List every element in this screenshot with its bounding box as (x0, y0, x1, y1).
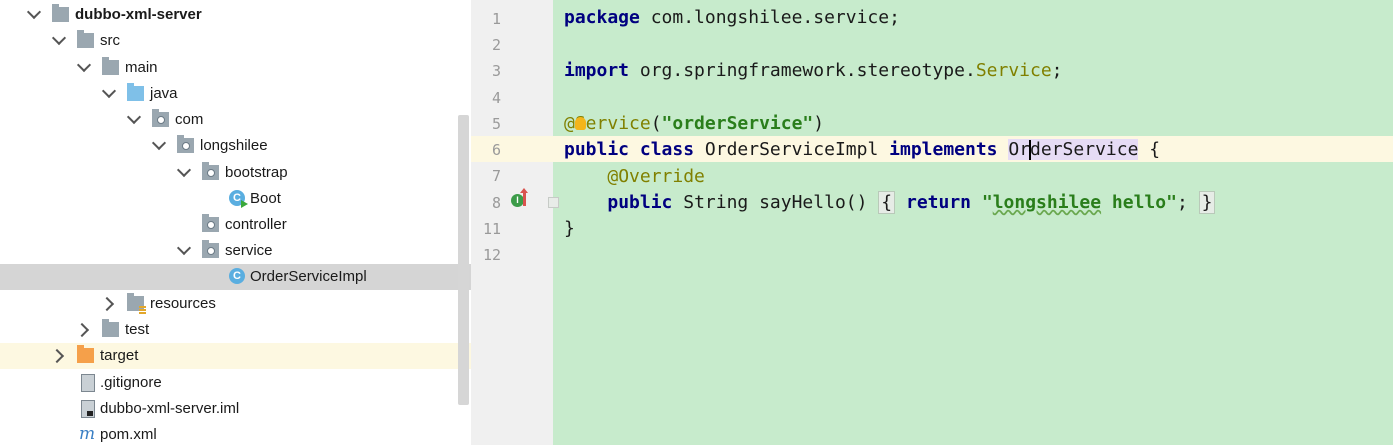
maven-icon: m (79, 424, 96, 444)
tree-item-resources[interactable]: resources (0, 291, 471, 317)
package-icon (202, 240, 219, 258)
line-number: 4 (491, 89, 501, 107)
line-number: 3 (491, 62, 501, 80)
class-icon: C (229, 268, 245, 284)
code-line-5: @Service("orderService") (564, 113, 825, 134)
tree-item-bootstrap[interactable]: bootstrap (0, 160, 471, 186)
chevron-down-icon[interactable] (151, 135, 167, 151)
code-line-3: import org.springframework.stereotype.Se… (564, 60, 1063, 81)
folder-icon (102, 319, 119, 337)
tree-item-src[interactable]: src (0, 28, 471, 54)
chevron-down-icon[interactable] (176, 240, 192, 256)
line-number: 2 (491, 36, 501, 54)
chevron-right-icon[interactable] (99, 296, 115, 312)
code-line-8: public String sayHello() { return "longs… (564, 191, 1216, 214)
tree-item-label: controller (225, 216, 287, 233)
chevron-right-icon[interactable] (49, 348, 65, 364)
line-number: 12 (482, 246, 501, 264)
chevron-down-icon[interactable] (51, 30, 67, 46)
chevron-down-icon[interactable] (26, 4, 42, 20)
tree-item-com[interactable]: com (0, 107, 471, 133)
tree-item-main[interactable]: main (0, 55, 471, 81)
line-number: 8 (491, 194, 501, 212)
tree-item-test[interactable]: test (0, 317, 471, 343)
chevron-down-icon[interactable] (176, 162, 192, 178)
source-folder-icon (127, 83, 144, 101)
tree-item-label: com (175, 111, 204, 128)
package-icon (202, 162, 219, 180)
tree-item-label: java (150, 85, 178, 102)
chevron-right-icon[interactable] (74, 322, 90, 338)
folder-icon (102, 57, 119, 75)
resources-folder-icon (127, 293, 146, 314)
tree-item-label: service (225, 242, 273, 259)
tree-item-label: dubbo-xml-server.iml (100, 400, 240, 417)
runnable-class-icon: C (229, 190, 248, 208)
tree-item-label: dubbo-xml-server (75, 6, 202, 23)
chevron-down-icon[interactable] (126, 109, 142, 125)
line-number: 7 (491, 167, 501, 185)
excluded-folder-icon (77, 345, 94, 363)
code-line-1: package com.longshilee.service; (564, 7, 900, 28)
tree-item-label: pom.xml (100, 426, 157, 443)
line-number: 5 (491, 115, 501, 133)
tree-item-pom[interactable]: m pom.xml (0, 422, 471, 445)
tree-item-label: test (125, 321, 150, 338)
folded-block-open[interactable]: { (878, 191, 896, 214)
tree-item-label: resources (150, 295, 216, 312)
code-line-7: @Override (607, 166, 705, 187)
tree-item-boot[interactable]: C Boot (0, 186, 471, 212)
package-icon (177, 135, 194, 153)
tree-item-label: Boot (250, 190, 281, 207)
project-tree: dubbo-xml-server src main java com longs… (0, 0, 471, 445)
chevron-down-icon[interactable] (76, 57, 92, 73)
go-to-super-arrow-icon[interactable] (520, 188, 528, 206)
tree-item-label: src (100, 32, 120, 49)
tree-item-controller[interactable]: controller (0, 212, 471, 238)
tree-scrollbar[interactable] (458, 115, 469, 405)
module-folder-icon (52, 4, 69, 22)
tree-item-iml[interactable]: dubbo-xml-server.iml (0, 396, 471, 422)
line-number: 11 (482, 220, 501, 238)
tree-item-target[interactable]: target (0, 343, 471, 369)
package-icon (152, 109, 169, 127)
folder-icon (77, 30, 94, 48)
tree-item-label: OrderServiceImpl (250, 268, 367, 285)
file-icon (81, 374, 95, 392)
tree-item-gitignore[interactable]: .gitignore (0, 370, 471, 396)
tree-item-dubbo-xml-server[interactable]: dubbo-xml-server (0, 2, 471, 28)
folded-block-close[interactable]: } (1198, 191, 1216, 214)
fold-marker-icon[interactable] (548, 197, 559, 208)
line-number: 6 (491, 141, 501, 159)
tree-item-label: target (100, 347, 139, 364)
code-line-6: public class OrderServiceImpl implements… (564, 139, 1161, 160)
tree-item-label: longshilee (200, 137, 268, 154)
tree-item-label: main (125, 59, 158, 76)
tree-item-orderserviceimpl[interactable]: C OrderServiceImpl (0, 264, 471, 290)
iml-file-icon (81, 400, 95, 418)
intention-bulb-icon[interactable] (575, 117, 586, 130)
tree-item-service[interactable]: service (0, 238, 471, 264)
code-line-11: } (564, 218, 575, 239)
tree-item-label: bootstrap (225, 164, 288, 181)
tree-item-label: .gitignore (100, 374, 162, 391)
package-icon (202, 214, 219, 232)
line-number: 1 (491, 10, 501, 28)
tree-item-java[interactable]: java (0, 81, 471, 107)
tree-item-longshilee[interactable]: longshilee (0, 133, 471, 159)
chevron-down-icon[interactable] (101, 83, 117, 99)
